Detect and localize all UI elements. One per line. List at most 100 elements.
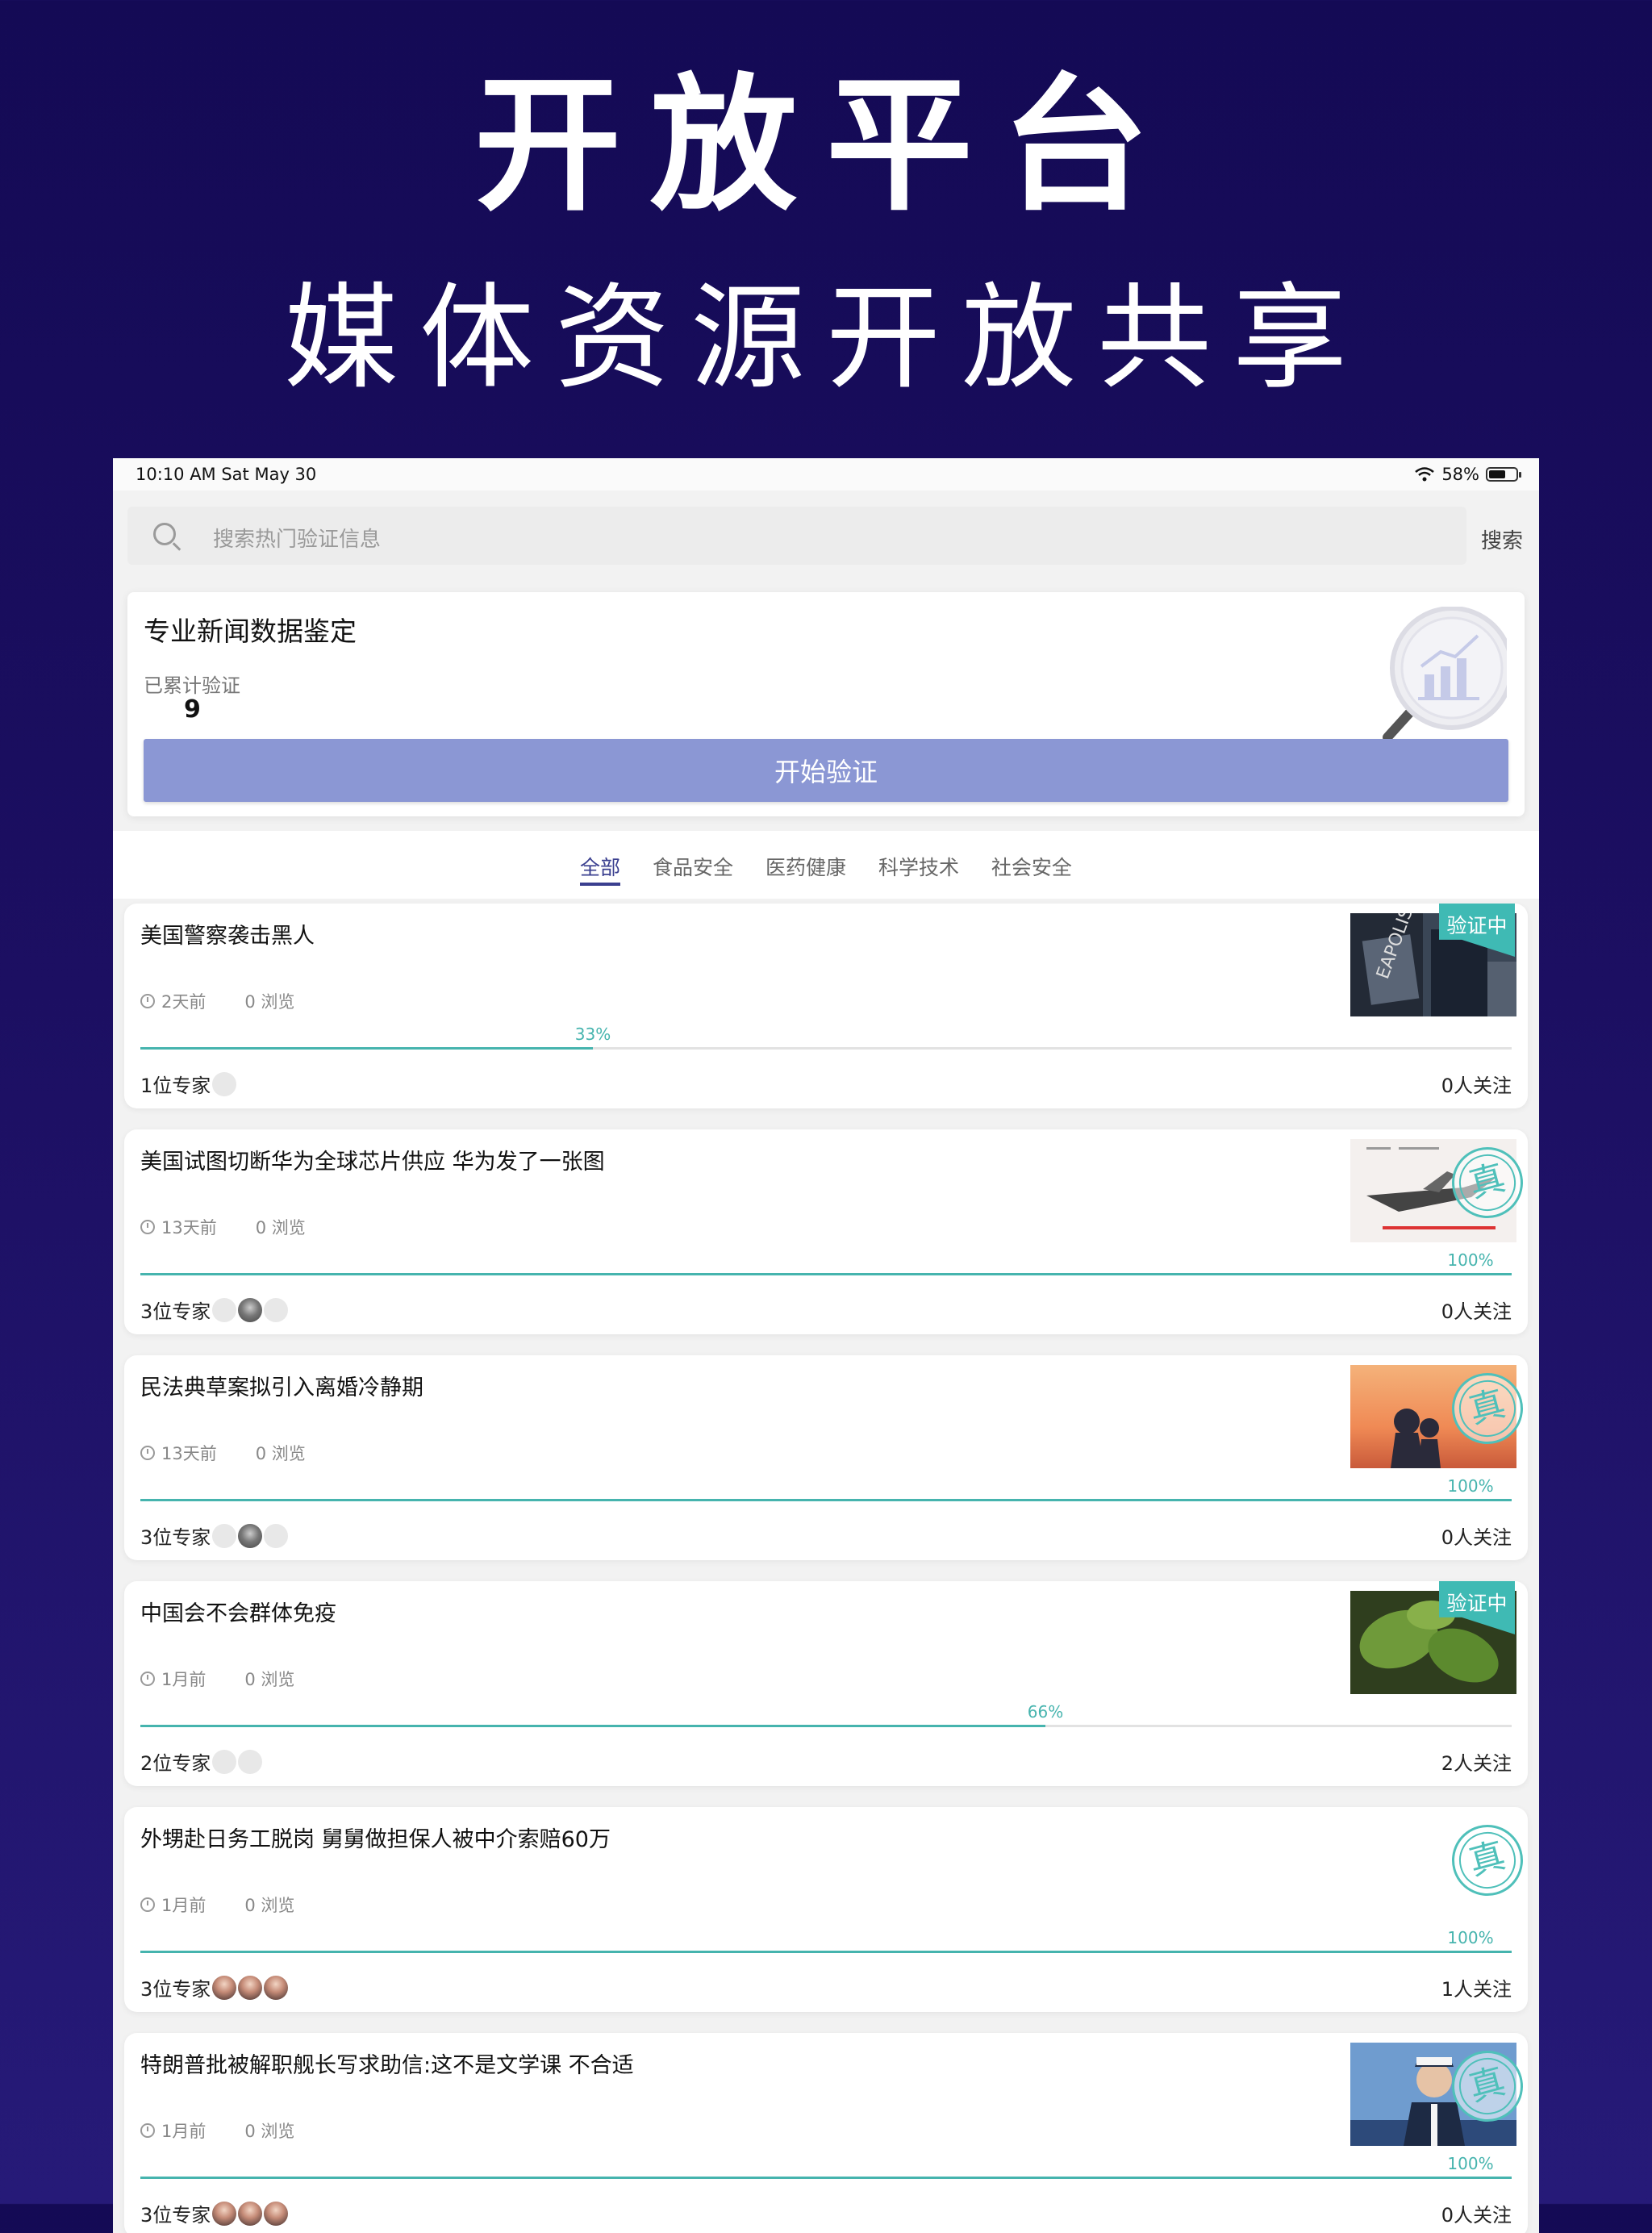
expert-count-label: 3位专家 — [140, 1978, 211, 2001]
news-time: 13天前 — [161, 1218, 217, 1238]
follow-count: 0人关注 — [1441, 1075, 1512, 1097]
count-label: 已累计验证 — [144, 674, 240, 697]
expert-count: 3位专家 — [140, 1521, 289, 1550]
progress-bar — [140, 1951, 1512, 1953]
hero-title: 开放平台 — [474, 60, 1178, 231]
follow-count: 0人关注 — [1441, 1300, 1512, 1323]
follow-count: 2人关注 — [1441, 1752, 1512, 1775]
clock-icon — [140, 2123, 155, 2138]
news-title: 外甥赴日务工脱岗 舅舅做担保人被中介索赔60万 — [140, 1827, 611, 1852]
summary-title: 专业新闻数据鉴定 — [144, 616, 357, 647]
category-tabs: 全部 食品安全 医药健康 科学技术 社会安全 — [113, 831, 1539, 899]
news-meta: 2天前 0 浏览 — [140, 989, 294, 1013]
news-views: 0 浏览 — [244, 1670, 295, 1689]
news-title: 民法典草案拟引入离婚冷静期 — [140, 1375, 423, 1400]
hero-subtitle: 媒体资源开放共享 — [284, 272, 1368, 405]
news-meta: 13天前 0 浏览 — [140, 1215, 306, 1239]
news-views: 0 浏览 — [244, 1896, 295, 1915]
news-views: 0 浏览 — [255, 1444, 306, 1463]
news-item[interactable]: 外甥赴日务工脱岗 舅舅做担保人被中介索赔60万 1月前 0 浏览 100% 3位专家 1人… — [124, 1807, 1528, 2012]
expert-avatar — [264, 2201, 289, 2226]
device-screen: 10:10 AM Sat May 30 58% 搜索热门验证信息 搜索 专业新闻… — [113, 458, 1539, 2233]
news-meta: 1月前 0 浏览 — [140, 1667, 294, 1691]
news-meta: 13天前 0 浏览 — [140, 1441, 306, 1465]
expert-count-label: 3位专家 — [140, 1300, 211, 1323]
progress-bar — [140, 1047, 1512, 1050]
search-bar[interactable]: 搜索热门验证信息 — [127, 507, 1466, 565]
news-item[interactable]: 中国会不会群体免疫 1月前 0 浏览 66% 2位专家 2人关注 验证中 — [124, 1581, 1528, 1786]
news-views: 0 浏览 — [244, 2122, 295, 2141]
expert-avatar — [238, 2201, 263, 2226]
follow-count: 1人关注 — [1441, 1978, 1512, 2001]
magnifier-chart-icon — [1383, 607, 1507, 742]
expert-avatar — [212, 1071, 237, 1096]
expert-avatar — [212, 1297, 237, 1322]
expert-avatar — [212, 1975, 237, 2000]
summary-card: 专业新闻数据鉴定 已累计验证 9 开始验证 — [127, 592, 1525, 816]
wifi-icon — [1415, 467, 1435, 482]
clock-icon — [140, 994, 155, 1008]
expert-count: 1位专家 — [140, 1070, 237, 1098]
expert-count-label: 2位专家 — [140, 1752, 211, 1775]
progress-bar — [140, 2177, 1512, 2179]
tab-social-safety[interactable]: 社会安全 — [991, 831, 1072, 881]
status-bar: 10:10 AM Sat May 30 58% — [113, 458, 1539, 490]
news-title: 中国会不会群体免疫 — [140, 1601, 336, 1626]
news-views: 0 浏览 — [244, 992, 295, 1012]
news-title: 美国警察袭击黑人 — [140, 924, 315, 949]
tab-science-tech[interactable]: 科学技术 — [878, 831, 959, 881]
progress-fill — [140, 1499, 1512, 1501]
expert-avatar — [212, 1523, 237, 1548]
news-item[interactable]: 美国试图切断华为全球芯片供应 华为发了一张图 13天前 0 浏览 100% 3位专家 0人… — [124, 1129, 1528, 1334]
expert-avatar — [212, 2201, 237, 2226]
expert-avatar — [212, 1749, 237, 1774]
expert-count: 3位专家 — [140, 1296, 289, 1324]
expert-avatar — [264, 1523, 289, 1548]
progress-fill — [140, 2177, 1512, 2179]
follow-count: 0人关注 — [1441, 1526, 1512, 1549]
expert-avatar — [238, 1297, 263, 1322]
status-time: 10:10 AM Sat May 30 — [136, 465, 317, 484]
expert-avatar — [238, 1749, 263, 1774]
news-item[interactable]: 美国警察袭击黑人 2天前 0 浏览 33% 1位专家 0人关注 EAPOLIS 验证中 — [124, 904, 1528, 1108]
expert-count: 3位专家 — [140, 2199, 289, 2227]
clock-icon — [140, 1220, 155, 1234]
news-time: 1月前 — [161, 1670, 206, 1689]
expert-count: 2位专家 — [140, 1747, 263, 1776]
expert-avatar — [264, 1297, 289, 1322]
news-meta: 1月前 0 浏览 — [140, 1893, 294, 1917]
progress-fill — [140, 1951, 1512, 1953]
expert-count-label: 3位专家 — [140, 2204, 211, 2227]
tab-all[interactable]: 全部 — [580, 831, 621, 886]
expert-avatar — [238, 1523, 263, 1548]
progress-bar — [140, 1725, 1512, 1727]
verified-true-stamp: 真 — [1444, 1817, 1528, 1904]
progress-bar — [140, 1273, 1512, 1275]
follow-count: 0人关注 — [1441, 2204, 1512, 2227]
expert-count: 3位专家 — [140, 1973, 289, 2001]
expert-avatar — [238, 1975, 263, 2000]
start-verify-button[interactable]: 开始验证 — [144, 739, 1508, 802]
search-icon — [153, 523, 176, 545]
news-item[interactable]: 民法典草案拟引入离婚冷静期 13天前 0 浏览 100% 3位专家 0人关注真 — [124, 1355, 1528, 1560]
clock-icon — [140, 1446, 155, 1460]
progress-percent: 33% — [574, 1025, 611, 1044]
search-button[interactable]: 搜索 — [1481, 524, 1523, 554]
progress-fill — [140, 1047, 593, 1050]
news-title: 特朗普批被解职舰长写求助信:这不是文学课 不合适 — [140, 2053, 634, 2078]
progress-percent: 100% — [1447, 1250, 1494, 1270]
news-item[interactable]: 特朗普批被解职舰长写求助信:这不是文学课 不合适 1月前 0 浏览 100% 3位专家 0… — [124, 2033, 1528, 2233]
expert-count-label: 1位专家 — [140, 1075, 211, 1097]
news-meta: 1月前 0 浏览 — [140, 2118, 294, 2143]
count-value: 9 — [184, 695, 201, 724]
progress-percent: 100% — [1447, 2154, 1494, 2173]
clock-icon — [140, 1672, 155, 1686]
tab-medicine-health[interactable]: 医药健康 — [766, 831, 846, 881]
battery-percent: 58% — [1441, 465, 1479, 484]
progress-percent: 66% — [1027, 1702, 1064, 1722]
progress-fill — [140, 1273, 1512, 1275]
search-input[interactable]: 搜索热门验证信息 — [213, 523, 381, 553]
news-time: 2天前 — [161, 992, 206, 1012]
expert-avatar — [264, 1975, 289, 2000]
tab-food-safety[interactable]: 食品安全 — [653, 831, 733, 881]
